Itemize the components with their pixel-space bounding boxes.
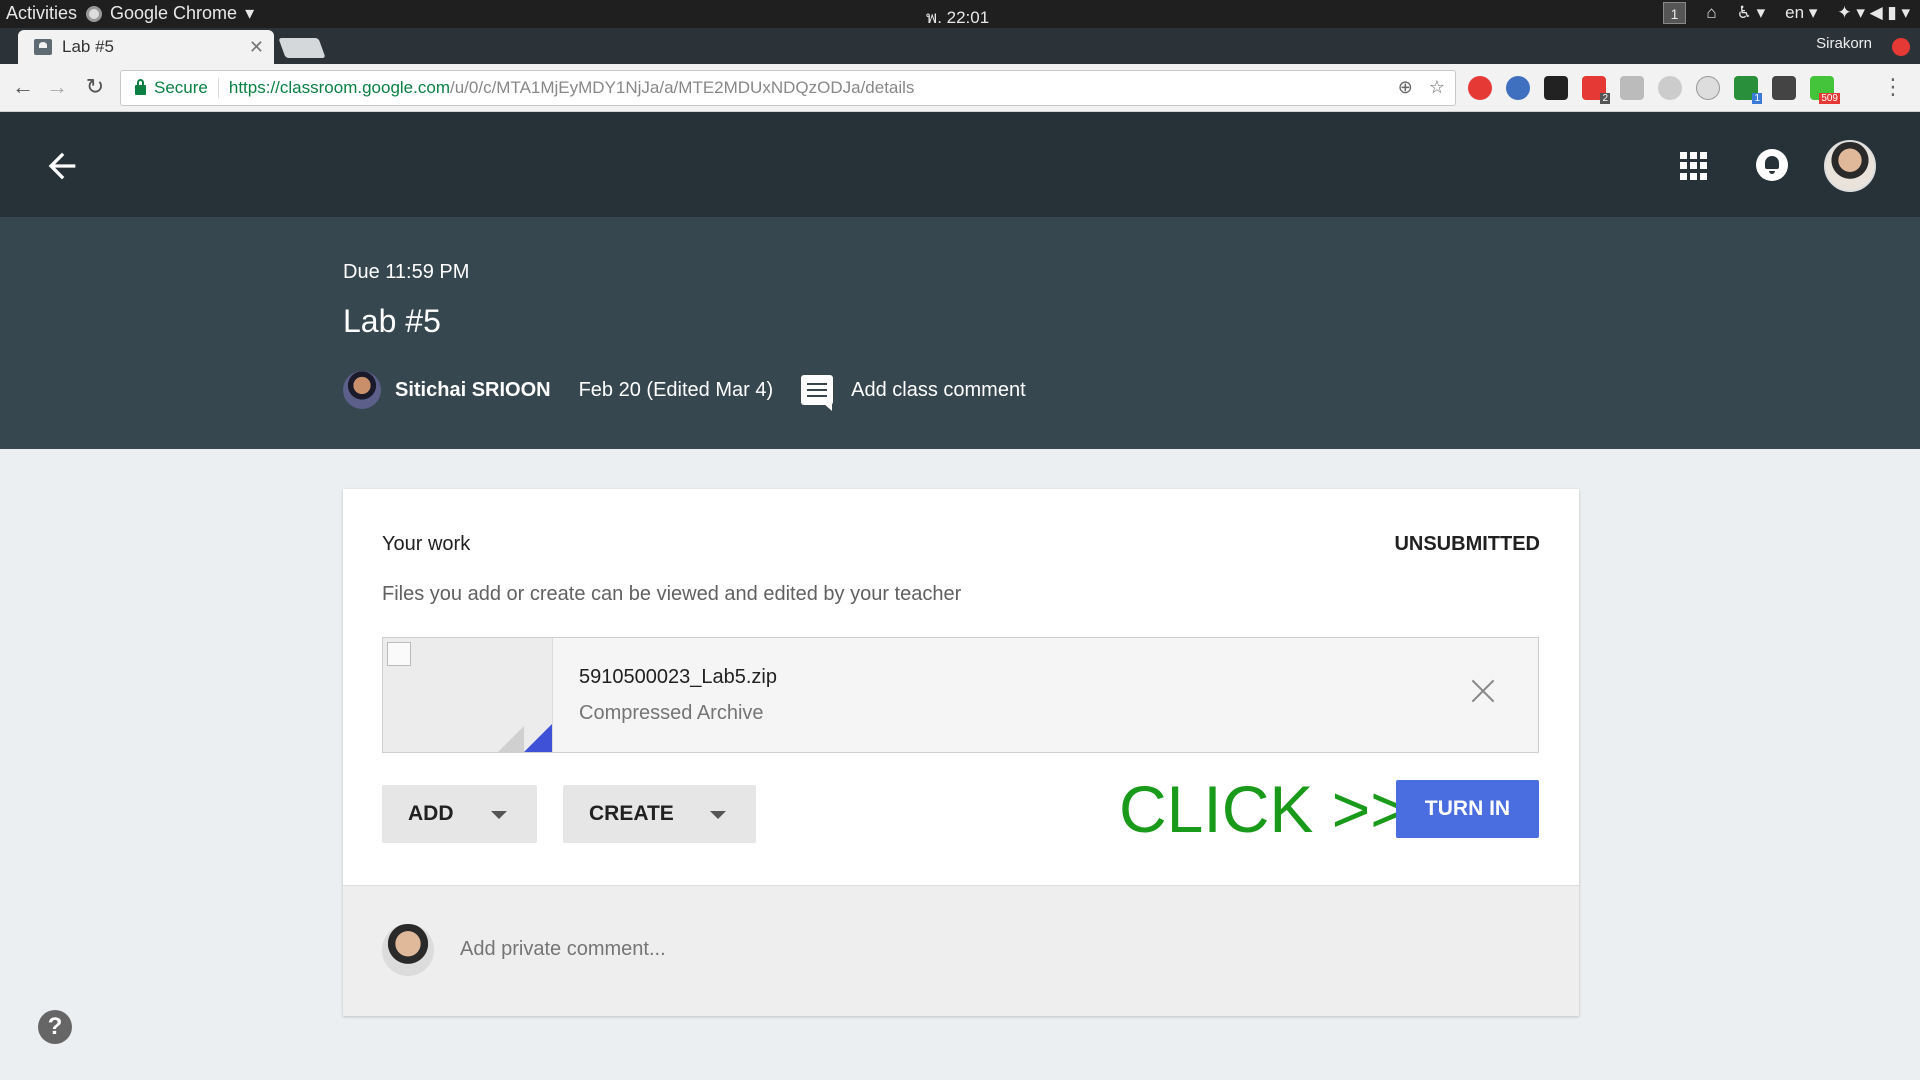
- new-tab-button[interactable]: [278, 38, 326, 58]
- gnome-extension-icon[interactable]: [1544, 76, 1568, 100]
- app-menu-label: Google Chrome: [110, 3, 238, 23]
- accessibility-icon[interactable]: ♿ ▾: [1737, 3, 1766, 23]
- help-icon[interactable]: ?: [38, 1010, 72, 1044]
- bookmark-star-icon[interactable]: ☆: [1429, 77, 1445, 98]
- post-date: Feb 20 (Edited Mar 4): [578, 378, 774, 401]
- create-button[interactable]: CREATE: [563, 785, 756, 843]
- user-avatar: [382, 924, 434, 976]
- page-fold-icon: [524, 724, 552, 752]
- private-comment-input[interactable]: [460, 938, 1360, 961]
- classroom-app-bar: [0, 112, 1920, 217]
- extensions: 2 1 509: [1468, 76, 1840, 104]
- workspace-indicator[interactable]: 1: [1662, 2, 1687, 24]
- chrome-menu-icon[interactable]: ⋮: [1882, 74, 1904, 100]
- file-name: 5910500023_Lab5.zip: [579, 666, 777, 688]
- opera-extension-icon[interactable]: [1468, 76, 1492, 100]
- system-tray[interactable]: 1 ⌂ ♿ ▾ en ▾ ✦ ▾ ◀ ▮ ▾: [1662, 2, 1910, 24]
- filter-extension-icon[interactable]: [1620, 76, 1644, 100]
- comment-icon[interactable]: [801, 375, 834, 411]
- assignment-meta: Sitichai SRIOON Feb 20 (Edited Mar 4) Ad…: [343, 370, 1026, 411]
- app-menu[interactable]: Google Chrome ▾: [86, 3, 254, 24]
- back-arrow-icon[interactable]: [42, 146, 82, 186]
- add-class-comment-link[interactable]: Add class comment: [851, 379, 1026, 402]
- chrome-icon: [86, 5, 102, 22]
- zoom-icon[interactable]: ⊕: [1398, 77, 1413, 98]
- add-button[interactable]: ADD: [382, 785, 537, 843]
- chat-extension-icon[interactable]: [1658, 76, 1682, 100]
- your-work-card: Your work UNSUBMITTED Files you add or c…: [343, 489, 1579, 1016]
- network-activity-icon: ⌂: [1706, 3, 1717, 22]
- reload-icon[interactable]: ↻: [82, 74, 108, 100]
- classroom-favicon-icon: [34, 39, 52, 55]
- author-avatar: [343, 371, 381, 409]
- forward-arrow-icon[interactable]: →: [44, 74, 70, 100]
- attached-file[interactable]: 5910500023_Lab5.zip Compressed Archive: [382, 637, 1539, 753]
- files-note: Files you add or create can be viewed an…: [382, 583, 962, 605]
- broken-image-icon: [387, 642, 411, 666]
- file-thumbnail: [383, 638, 553, 752]
- chevron-down-icon: ▾: [245, 3, 255, 23]
- file-type: Compressed Archive: [579, 702, 764, 724]
- private-comment-area: [343, 885, 1579, 1016]
- extension-badge: 2: [1600, 93, 1610, 104]
- url-path: /u/0/c/MTA1MjEyMDY1NjJa/a/MTE2MDUxNDQzOD…: [449, 78, 915, 97]
- click-annotation: CLICK >>: [1119, 772, 1409, 846]
- status-icons[interactable]: ✦ ▾ ◀ ▮ ▾: [1837, 3, 1910, 23]
- submission-status: UNSUBMITTED: [1394, 533, 1540, 555]
- s-extension-icon[interactable]: 1: [1734, 76, 1762, 104]
- account-avatar[interactable]: [1824, 140, 1876, 192]
- tab-title: Lab #5: [62, 37, 114, 56]
- browser-toolbar: ← → ↻ Secure https://classroom.google.co…: [0, 64, 1920, 112]
- add-button-label: ADD: [408, 802, 454, 825]
- turn-in-button[interactable]: TURN IN: [1396, 780, 1539, 838]
- due-time: Due 11:59 PM: [343, 261, 470, 283]
- activities-button[interactable]: Activities: [6, 3, 77, 24]
- secure-label: Secure: [154, 78, 219, 98]
- extension-badge: 509: [1819, 93, 1840, 104]
- back-arrow-icon[interactable]: ←: [10, 74, 36, 100]
- extension-badge: 1: [1752, 93, 1762, 104]
- notifications-bell-icon[interactable]: [1756, 149, 1788, 181]
- language-label: en: [1785, 3, 1805, 22]
- omnibox-actions: ⊕ ☆: [1398, 77, 1445, 98]
- profile-name[interactable]: Sirakorn: [1816, 35, 1872, 52]
- apps-grid-icon[interactable]: [1680, 152, 1708, 180]
- circle-extension-icon[interactable]: [1696, 76, 1720, 100]
- remove-file-close-icon[interactable]: [1468, 676, 1498, 706]
- globe-extension-icon[interactable]: [1506, 76, 1530, 100]
- address-bar[interactable]: Secure https://classroom.google.com /u/0…: [120, 70, 1456, 106]
- binary-extension-icon[interactable]: [1772, 76, 1796, 100]
- clock[interactable]: พ. 22:01: [926, 4, 989, 31]
- line-extension-icon[interactable]: 509: [1810, 76, 1840, 104]
- assignment-header: Due 11:59 PM Lab #5 Sitichai SRIOON Feb …: [0, 217, 1920, 449]
- author-name: Sitichai SRIOON: [395, 378, 551, 401]
- chevron-down-icon: [710, 811, 726, 819]
- todo-extension-icon[interactable]: 2: [1582, 76, 1610, 104]
- chevron-down-icon: [491, 811, 507, 819]
- gnome-top-bar: Activities Google Chrome ▾ พ. 22:01 1 ⌂ …: [0, 0, 1920, 28]
- tab-strip: Lab #5 ✕ Sirakorn: [0, 28, 1920, 64]
- url-host: https://classroom.google.com: [228, 78, 450, 97]
- create-button-label: CREATE: [589, 802, 674, 825]
- language-indicator[interactable]: en ▾: [1785, 3, 1817, 23]
- assignment-title: Lab #5: [343, 303, 441, 339]
- browser-tab[interactable]: Lab #5 ✕: [18, 30, 274, 64]
- lock-icon: [135, 79, 146, 95]
- profile-indicator-icon[interactable]: [1892, 38, 1910, 56]
- close-icon[interactable]: ✕: [249, 37, 264, 58]
- your-work-heading: Your work: [382, 533, 471, 555]
